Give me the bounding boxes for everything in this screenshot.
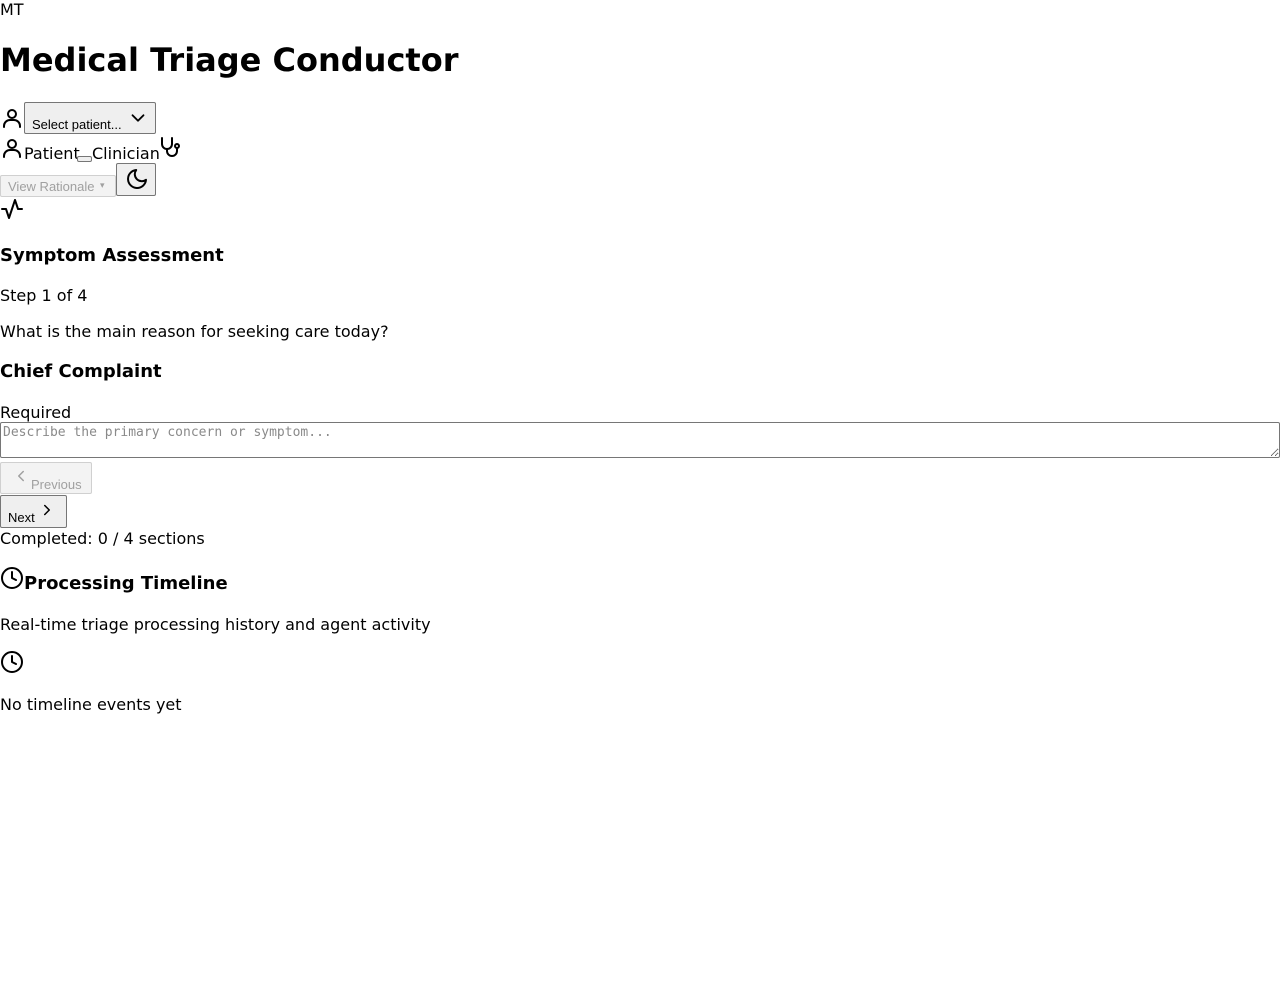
previous-label: Previous	[31, 477, 82, 492]
assessment-question: What is the main reason for seeking care…	[0, 322, 389, 341]
stethoscope-icon	[157, 135, 181, 159]
next-button[interactable]: Next	[0, 495, 67, 528]
moon-icon	[125, 167, 149, 191]
chief-complaint-field[interactable]	[0, 422, 1280, 458]
dark-mode-toggle[interactable]	[116, 163, 156, 196]
completion-status: Completed: 0 / 4 sections	[0, 529, 205, 548]
field-label: Chief Complaint	[0, 361, 162, 382]
next-label: Next	[8, 510, 35, 525]
patient-select-label: Select patient...	[32, 117, 122, 132]
timeline-empty-text: No timeline events yet	[0, 695, 182, 714]
previous-button[interactable]: Previous	[0, 462, 92, 494]
clock-icon	[0, 566, 24, 590]
mode-clinician-label: Clinician	[92, 144, 160, 163]
user-icon	[0, 136, 24, 160]
required-text: Required	[0, 403, 72, 422]
mode-switch[interactable]	[77, 156, 92, 162]
user-icon	[0, 106, 24, 130]
mode-patient-label: Patient	[24, 144, 80, 163]
chevron-down-icon	[127, 107, 149, 129]
page-title: Medical Triage Conductor	[0, 41, 459, 79]
patient-select[interactable]: Select patient...	[24, 102, 156, 134]
timeline-subtitle: Real-time triage processing history and …	[0, 615, 431, 634]
step-indicator: Step 1 of 4	[0, 286, 88, 305]
view-rationale-button[interactable]: View Rationale ▾	[0, 175, 116, 197]
logo-initials: MT	[0, 0, 24, 19]
view-rationale-label: View Rationale	[8, 179, 95, 194]
caret-down-icon: ▾	[100, 180, 105, 190]
chevron-left-icon	[12, 467, 30, 485]
chevron-right-icon	[38, 501, 56, 519]
timeline-title: Processing Timeline	[24, 573, 228, 594]
clock-icon	[0, 650, 24, 674]
assessment-title: Symptom Assessment	[0, 245, 224, 266]
activity-icon	[0, 197, 24, 221]
